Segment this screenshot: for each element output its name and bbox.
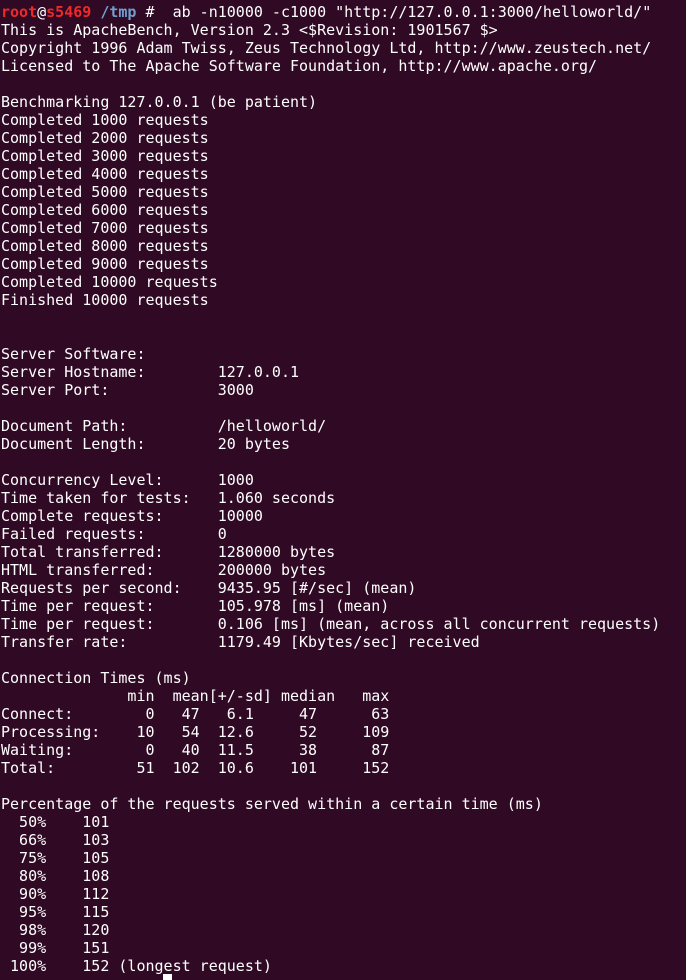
output-line: Document Path: /helloworld/ [1, 417, 327, 435]
output-line: Server Software: [1, 345, 146, 363]
output-line: Document Length: 20 bytes [1, 435, 290, 453]
output-line: Processing: 10 54 12.6 52 109 [1, 723, 390, 741]
output-line: Completed 2000 requests [1, 129, 209, 147]
output-line: 98% 120 [1, 921, 110, 939]
output-line: Completed 8000 requests [1, 237, 209, 255]
output-line: Copyright 1996 Adam Twiss, Zeus Technolo… [1, 39, 652, 57]
output-line: Connect: 0 47 6.1 47 63 [1, 705, 390, 723]
output-line: Completed 5000 requests [1, 183, 209, 201]
prompt-user: root [1, 3, 38, 21]
output-line: Waiting: 0 40 11.5 38 87 [1, 741, 390, 759]
output-line: Time per request: 105.978 [ms] (mean) [1, 597, 390, 615]
output-line: 75% 105 [1, 849, 110, 867]
output-line: Percentage of the requests served within… [1, 795, 543, 813]
output-line: Time per request: 0.106 [ms] (mean, acro… [1, 615, 661, 633]
output-line: Transfer rate: 1179.49 [Kbytes/sec] rece… [1, 633, 480, 651]
output-line: This is ApacheBench, Version 2.3 <$Revis… [1, 21, 498, 39]
output-line: Completed 7000 requests [1, 219, 209, 237]
output-line: Licensed to The Apache Software Foundati… [1, 57, 598, 75]
prompt-command: ab -n10000 -c1000 "http://127.0.0.1:3000… [154, 3, 652, 21]
output-line: Benchmarking 127.0.0.1 (be patient) [1, 93, 318, 111]
output-line: Completed 10000 requests [1, 273, 218, 291]
output-line: 66% 103 [1, 831, 110, 849]
output-line: 90% 112 [1, 885, 110, 903]
shell-prompt-line: root@s5469 /tmp # ab -n10000 -c1000 "htt… [1, 3, 651, 21]
output-line: Failed requests: 0 [1, 525, 227, 543]
output-line: Requests per second: 9435.95 [#/sec] (me… [1, 579, 417, 597]
output-line: Completed 9000 requests [1, 255, 209, 273]
output-line: Concurrency Level: 1000 [1, 471, 254, 489]
output-line: Completed 6000 requests [1, 201, 209, 219]
output-line: HTML transferred: 200000 bytes [1, 561, 327, 579]
output-line: Connection Times (ms) [1, 669, 191, 687]
output-line: 50% 101 [1, 813, 110, 831]
prompt-host: s5469 [46, 3, 92, 21]
output-line: Server Hostname: 127.0.0.1 [1, 363, 300, 381]
output-line: 99% 151 [1, 939, 110, 957]
output-line: Completed 3000 requests [1, 147, 209, 165]
output-line: min mean[+/-sd] median max [1, 687, 390, 705]
terminal-cursor [163, 974, 172, 980]
output-line: Completed 4000 requests [1, 165, 209, 183]
output-line: Completed 1000 requests [1, 111, 209, 129]
output-line: Time taken for tests: 1.060 seconds [1, 489, 336, 507]
output-line: Total: 51 102 10.6 101 152 [1, 759, 390, 777]
partial-output-line: ( [ ) [1, 0, 191, 2]
prompt-at: @ [37, 3, 47, 21]
terminal-window[interactable]: ( [ ) root@s5469 /tmp # ab -n10000 -c100… [0, 0, 686, 980]
output-line: 100% 152 (longest request) [1, 957, 272, 975]
output-line: Complete requests: 10000 [1, 507, 263, 525]
output-line: Server Port: 3000 [1, 381, 254, 399]
output-line: 95% 115 [1, 903, 110, 921]
output-line: 80% 108 [1, 867, 110, 885]
output-line: Finished 10000 requests [1, 291, 209, 309]
prompt-path: /tmp [91, 3, 137, 21]
output-line: Total transferred: 1280000 bytes [1, 543, 336, 561]
prompt-symbol: # [136, 3, 155, 21]
